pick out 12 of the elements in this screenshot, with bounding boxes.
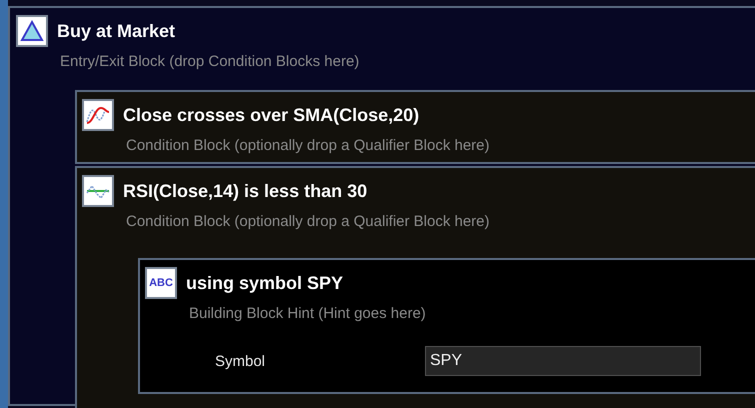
- block-subtitle: Entry/Exit Block (drop Condition Blocks here): [59, 53, 360, 70]
- block-subtitle: Building Block Hint (Hint goes here): [188, 305, 427, 322]
- block-title: RSI(Close,14) is less than 30: [123, 180, 368, 202]
- block-subtitle: Condition Block (optionally drop a Qualifier Block here): [125, 213, 491, 230]
- field-label: Symbol: [215, 352, 266, 370]
- abc-icon: ABC: [145, 267, 177, 299]
- block-title: using symbol SPY: [186, 272, 344, 294]
- block-title: Buy at Market: [57, 20, 176, 42]
- block-subtitle: Condition Block (optionally drop a Qualifier Block here): [125, 137, 491, 154]
- symbol-field[interactable]: SPY: [425, 346, 701, 376]
- crossing-lines-icon: [82, 99, 114, 131]
- block-title: Close crosses over SMA(Close,20): [123, 104, 420, 126]
